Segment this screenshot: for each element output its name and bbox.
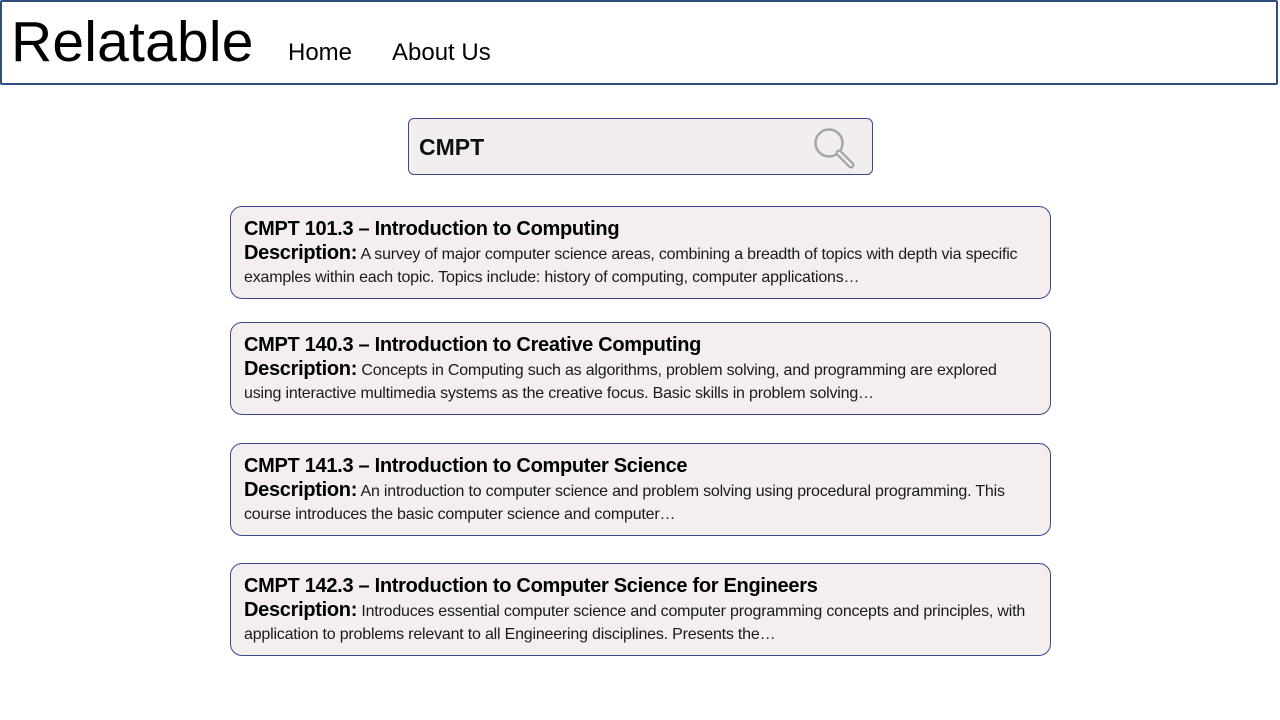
search-input[interactable] [419, 129, 799, 165]
description-label: Description: [244, 479, 358, 501]
description-text: Introduces essential computer science an… [244, 603, 1026, 643]
course-description: Description: An introduction to computer… [244, 479, 1038, 525]
description-label: Description: [244, 358, 358, 380]
description-text: Concepts in Computing such as algorithms… [244, 362, 997, 402]
site-header: Relatable Home About Us [0, 0, 1278, 85]
course-title[interactable]: CMPT 140.3 – Introduction to Creative Co… [244, 332, 1038, 358]
course-result-card[interactable]: CMPT 141.3 – Introduction to Computer Sc… [230, 443, 1051, 536]
brand-logo[interactable]: Relatable [11, 8, 254, 76]
search-icon[interactable] [811, 125, 857, 171]
course-title[interactable]: CMPT 101.3 – Introduction to Computing [244, 216, 1038, 242]
search-bar [408, 118, 873, 175]
description-text: An introduction to computer science and … [244, 483, 1005, 523]
course-description: Description: Introduces essential comput… [244, 599, 1038, 645]
course-title[interactable]: CMPT 141.3 – Introduction to Computer Sc… [244, 453, 1038, 479]
course-description: Description: A survey of major computer … [244, 242, 1038, 288]
nav-about-us-link[interactable]: About Us [392, 38, 491, 68]
description-label: Description: [244, 242, 358, 264]
course-description: Description: Concepts in Computing such … [244, 358, 1038, 404]
course-title[interactable]: CMPT 142.3 – Introduction to Computer Sc… [244, 573, 1038, 599]
nav-home-link[interactable]: Home [288, 38, 352, 68]
description-text: A survey of major computer science areas… [244, 246, 1018, 286]
course-result-card[interactable]: CMPT 142.3 – Introduction to Computer Sc… [230, 563, 1051, 656]
course-result-card[interactable]: CMPT 101.3 – Introduction to Computing D… [230, 206, 1051, 299]
description-label: Description: [244, 599, 358, 621]
course-result-card[interactable]: CMPT 140.3 – Introduction to Creative Co… [230, 322, 1051, 415]
